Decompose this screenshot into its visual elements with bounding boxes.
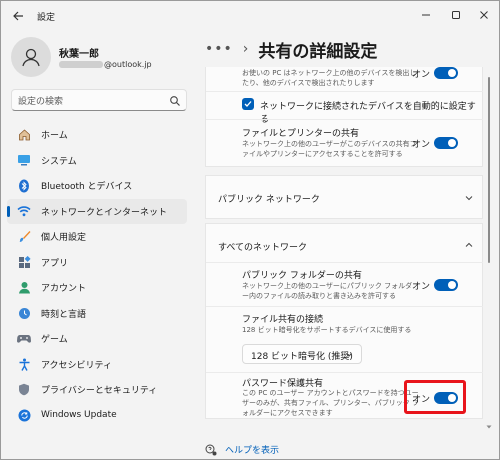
settings-window: 設定 秋葉一郎 @outlook.jp 設定の検索 ホーム システム Bluet… <box>0 0 500 460</box>
password-sharing-desc: この PC のユーザー アカウントとパスワードを持つユーザーのみが、共有ファイル… <box>242 389 420 417</box>
home-icon <box>17 128 31 142</box>
sidebar-item-accounts[interactable]: アカウント <box>7 275 187 300</box>
breadcrumb: ••• › 共有の詳細設定 <box>205 37 378 62</box>
sidebar-nav: ホーム システム Bluetooth とデバイス ネットワークとインターネット … <box>7 122 187 428</box>
email-suffix: @outlook.jp <box>104 60 152 69</box>
brush-icon <box>17 230 31 244</box>
all-networks-title: すべてのネットワーク <box>218 243 308 253</box>
chevron-up-icon[interactable] <box>464 240 474 250</box>
file-sharing-connection-title: ファイル共有の接続 <box>242 315 324 325</box>
network-discovery-state: オン <box>412 70 431 80</box>
user-profile[interactable]: 秋葉一郎 @outlook.jp <box>11 37 191 81</box>
file-sharing-connection-desc: 128 ビット暗号化をサポートするデバイスに使用する <box>242 326 412 334</box>
public-folder-sharing-desc: ネットワーク上の他のユーザーにパブリック フォルダー内のファイルの読み取りと書き… <box>242 282 413 300</box>
sidebar-item-privacy[interactable]: プライバシーとセキュリティ <box>7 377 187 402</box>
page-title: 共有の詳細設定 <box>258 41 378 62</box>
search-icon[interactable] <box>169 95 181 107</box>
windows-update-icon <box>17 408 31 422</box>
help-link[interactable]: ヘルプを表示 <box>225 443 279 456</box>
close-icon <box>480 11 488 19</box>
encryption-dropdown[interactable]: 128 ビット暗号化 (推奨) <box>242 344 362 364</box>
public-network-title: パブリック ネットワーク <box>218 195 320 205</box>
breadcrumb-separator: › <box>242 41 249 57</box>
minimize-icon <box>422 14 430 16</box>
divider <box>206 91 483 92</box>
avatar <box>11 37 51 77</box>
accessibility-icon <box>17 357 31 371</box>
title-bar: 設定 <box>1 1 499 31</box>
private-network-card: お使いの PC はネットワーク上の他のデバイスを検出したり、他のデバイスで検出さ… <box>205 67 483 167</box>
network-discovery-toggle[interactable] <box>434 67 458 79</box>
sidebar-item-accessibility[interactable]: アクセシビリティ <box>7 352 187 377</box>
file-printer-sharing-state: オン <box>412 140 431 150</box>
scroll-down-arrow-icon[interactable] <box>486 424 492 430</box>
close-button[interactable] <box>473 5 495 25</box>
sidebar-item-home[interactable]: ホーム <box>7 122 187 147</box>
file-printer-sharing-toggle[interactable] <box>434 137 458 149</box>
breadcrumb-overflow[interactable]: ••• <box>205 41 233 57</box>
network-discovery-desc: お使いの PC はネットワーク上の他のデバイスを検出したり、他のデバイスで検出さ… <box>242 69 417 87</box>
scrollbar-thumb[interactable] <box>488 77 490 263</box>
encryption-dropdown-value: 128 ビット暗号化 (推奨) <box>251 352 353 362</box>
auto-setup-checkbox[interactable] <box>242 98 254 110</box>
highlight-box <box>404 380 466 414</box>
search-input[interactable]: 設定の検索 <box>11 89 187 111</box>
sidebar-item-windows-update[interactable]: Windows Update <box>7 403 187 428</box>
user-email: @outlook.jp <box>59 60 152 69</box>
maximize-button[interactable] <box>445 5 467 25</box>
settings-content: お使いの PC はネットワーク上の他のデバイスを検出したり、他のデバイスで検出さ… <box>205 67 483 429</box>
sidebar-item-system[interactable]: システム <box>7 148 187 173</box>
time-language-icon <box>17 306 31 320</box>
file-printer-sharing-desc: ネットワーク上の他のユーザーがこのデバイスの共有ファイルやプリンターにアクセスす… <box>242 140 417 158</box>
help-icon <box>205 444 217 455</box>
minimize-button[interactable] <box>415 5 437 25</box>
file-printer-sharing-title: ファイルとプリンターの共有 <box>242 129 360 139</box>
public-folder-sharing-toggle[interactable] <box>434 279 458 291</box>
gamepad-icon <box>17 332 31 346</box>
chevron-down-icon <box>346 353 352 357</box>
all-networks-card: すべてのネットワーク パブリック フォルダーの共有 ネットワーク上の他のユーザー… <box>205 223 483 419</box>
bluetooth-icon <box>17 179 31 193</box>
divider <box>206 372 483 373</box>
email-redaction <box>59 61 103 68</box>
sidebar-item-network[interactable]: ネットワークとインターネット <box>7 198 187 224</box>
sidebar-item-gaming[interactable]: ゲーム <box>7 326 187 351</box>
back-arrow-icon <box>13 11 23 21</box>
shield-icon <box>17 383 31 397</box>
divider <box>206 119 483 120</box>
help-link-row[interactable]: ヘルプを表示 <box>205 443 279 456</box>
wifi-icon <box>17 204 31 218</box>
apps-icon <box>17 255 31 269</box>
divider <box>206 306 483 307</box>
system-icon <box>17 153 31 167</box>
chevron-down-icon <box>465 196 473 201</box>
divider <box>206 262 483 263</box>
back-button[interactable] <box>9 7 27 25</box>
auto-setup-label: ネットワークに接続されたデバイスを自動的に設定する <box>260 102 476 125</box>
scrollbar[interactable] <box>487 67 491 317</box>
user-name: 秋葉一郎 <box>59 49 99 60</box>
public-folder-sharing-state: オン <box>412 282 431 292</box>
maximize-icon <box>452 11 460 19</box>
app-title: 設定 <box>37 13 56 23</box>
public-folder-sharing-title: パブリック フォルダーの共有 <box>242 271 362 281</box>
public-network-card[interactable]: パブリック ネットワーク <box>205 175 483 219</box>
checkmark-icon <box>244 101 252 107</box>
sidebar-item-personalization[interactable]: 個人用設定 <box>7 224 187 249</box>
sidebar-item-apps[interactable]: アプリ <box>7 250 187 275</box>
sidebar-item-time-language[interactable]: 時刻と言語 <box>7 301 187 326</box>
account-icon <box>17 281 31 295</box>
sidebar-item-bluetooth[interactable]: Bluetooth とデバイス <box>7 173 187 198</box>
person-icon <box>22 48 40 67</box>
